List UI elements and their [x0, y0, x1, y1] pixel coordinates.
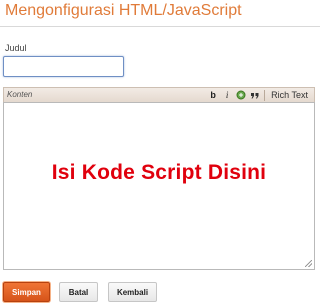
resize-grip-icon[interactable]	[305, 260, 312, 267]
title-input[interactable]	[3, 56, 124, 77]
content-textarea[interactable]: Isi Kode Script Disini	[3, 102, 315, 270]
editor-header: Konten b i Rich Text	[3, 87, 315, 102]
toolbar-divider	[264, 89, 266, 101]
rich-text-tab[interactable]: Rich Text	[269, 90, 310, 100]
quote-icon[interactable]	[250, 89, 260, 101]
title-divider	[0, 26, 320, 27]
back-button[interactable]: Kembali	[108, 282, 157, 302]
editor-toolbar: b i Rich Text	[208, 88, 310, 102]
save-button[interactable]: Simpan	[3, 282, 50, 302]
bold-icon[interactable]: b	[208, 89, 218, 101]
content-overlay-text: Isi Kode Script Disini	[51, 161, 267, 184]
italic-icon[interactable]: i	[222, 89, 232, 101]
cancel-button[interactable]: Batal	[59, 282, 98, 302]
content-label: Konten	[7, 90, 33, 99]
link-icon[interactable]	[236, 89, 246, 101]
title-label: Judul	[5, 43, 27, 53]
page-title: Mengonfigurasi HTML/JavaScript	[5, 2, 242, 19]
